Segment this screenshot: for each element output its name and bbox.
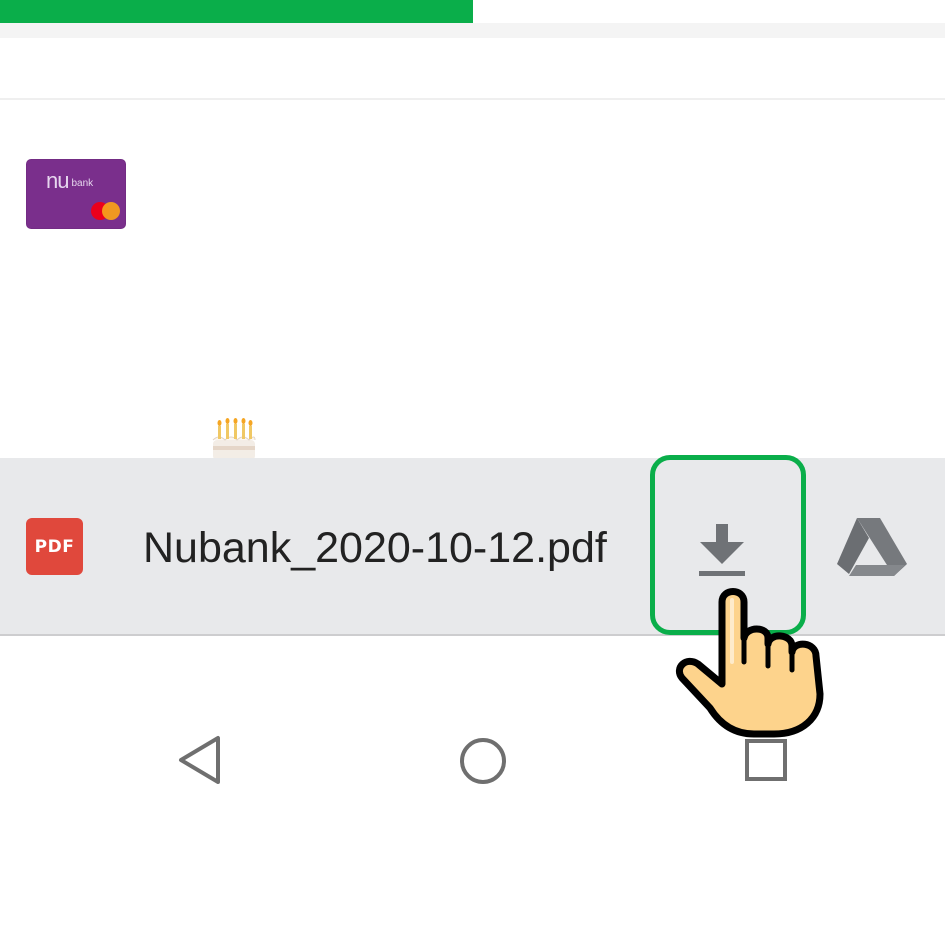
card-brand-suffix: bank [71, 178, 94, 189]
screen: nu bank PDF Nubank_2020-10-12.pdf [0, 0, 945, 945]
pdf-file-type-label: PDF [34, 536, 75, 557]
card-logo: nu bank [46, 169, 93, 196]
card-brand: nu [46, 168, 70, 193]
download-button[interactable] [664, 500, 780, 600]
mastercard-orange-circle [102, 202, 120, 220]
top-strip [0, 23, 945, 38]
birthday-cake-icon [212, 418, 256, 460]
back-triangle-icon[interactable] [176, 734, 224, 786]
downloaded-file-name[interactable]: Nubank_2020-10-12.pdf [143, 522, 607, 574]
pdf-file-icon: PDF [26, 518, 83, 575]
download-icon [699, 524, 745, 576]
google-drive-icon[interactable] [832, 508, 912, 583]
header-divider [0, 98, 945, 100]
recents-square-icon[interactable] [744, 738, 788, 782]
progress-fill [0, 0, 473, 23]
nubank-card-image: nu bank [26, 159, 126, 229]
page-load-progress-bar [0, 0, 945, 23]
home-circle-icon[interactable] [458, 736, 508, 786]
